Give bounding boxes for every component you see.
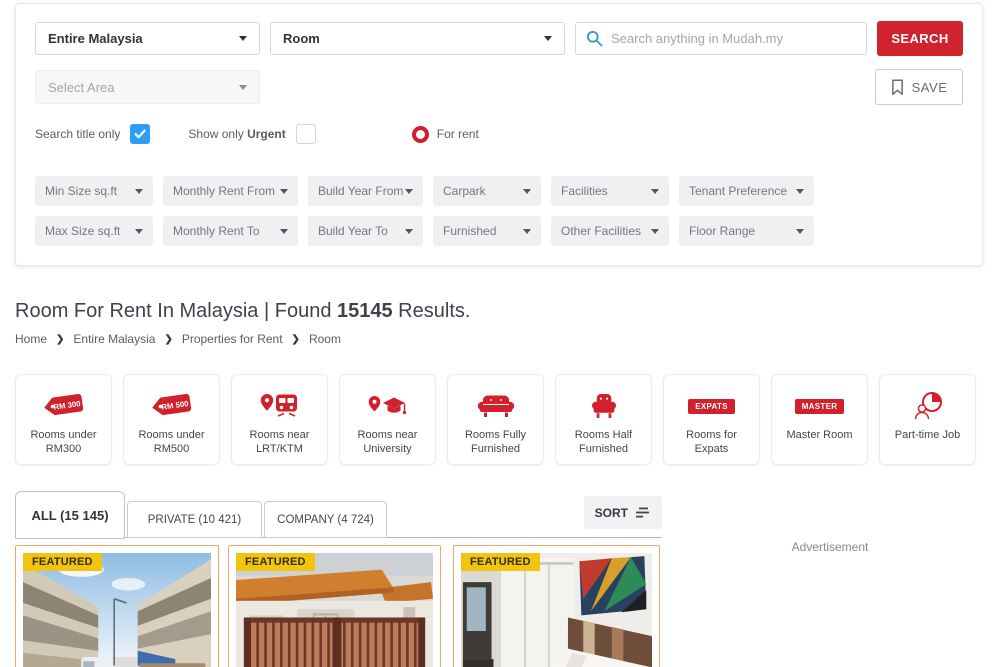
price-tag-icon: RM 300 (42, 393, 86, 420)
for-rent-radio[interactable] (412, 126, 429, 143)
filter-min-size[interactable]: Min Size sq.ft (35, 176, 153, 206)
results-count: 15145 (337, 300, 393, 322)
save-button-label: SAVE (912, 80, 948, 95)
area-select[interactable]: Select Area (35, 70, 260, 104)
chevron-down-icon (405, 189, 413, 194)
listing-card[interactable]: FEATURED (453, 545, 660, 667)
chevron-down-icon (280, 189, 288, 194)
expats-badge-icon: EXPATS (688, 399, 735, 414)
filter-furnished[interactable]: Furnished (433, 216, 541, 246)
category-rooms-for-expats[interactable]: EXPATS Rooms for Expats (663, 374, 760, 465)
search-filter-panel: Entire Malaysia Room SEARCH Select Area … (15, 3, 983, 266)
sort-button-label: SORT (595, 506, 628, 520)
chevron-right-icon: ❯ (164, 334, 172, 345)
filter-build-year-from[interactable]: Build Year From (308, 176, 423, 206)
chevron-down-icon (405, 229, 413, 234)
breadcrumb: Home ❯ Entire Malaysia ❯ Properties for … (15, 332, 470, 346)
category-rooms-half-furnished[interactable]: Rooms Half Furnished (555, 374, 652, 465)
filter-tenant-preference[interactable]: Tenant Preference (679, 176, 814, 206)
featured-badge: FEATURED (236, 553, 315, 571)
for-rent-option: For rent (412, 126, 479, 143)
region-select-value: Entire Malaysia (48, 31, 143, 46)
sort-icon (636, 507, 651, 519)
search-button[interactable]: SEARCH (877, 21, 963, 56)
bookmark-icon (891, 79, 904, 96)
page-title: Room For Rent In Malaysia | Found 15145 … (15, 300, 470, 323)
check-icon (134, 129, 146, 139)
category-rooms-near-university[interactable]: Rooms near University (339, 374, 436, 465)
advertisement-label: Advertisement (680, 540, 980, 554)
search-icon (586, 30, 603, 47)
chevron-down-icon (651, 189, 659, 194)
graduation-location-icon (367, 392, 409, 420)
chevron-down-icon (651, 229, 659, 234)
breadcrumb-home[interactable]: Home (15, 332, 47, 346)
filter-monthly-rent-to[interactable]: Monthly Rent To (163, 216, 298, 246)
area-select-placeholder: Select Area (48, 80, 115, 95)
tab-company[interactable]: COMPANY (4 724) (264, 501, 387, 538)
search-input[interactable] (611, 31, 856, 46)
filter-facilities[interactable]: Facilities (551, 176, 669, 206)
chevron-down-icon (280, 229, 288, 234)
tab-all[interactable]: ALL (15 145) (15, 491, 125, 539)
listing-photo-house: FEATURED (236, 553, 433, 667)
chevron-down-icon (544, 36, 552, 41)
listing-card[interactable]: FEATURED (15, 545, 219, 667)
save-search-button[interactable]: SAVE (875, 69, 963, 105)
filter-max-size[interactable]: Max Size sq.ft (35, 216, 153, 246)
filter-monthly-rent-from[interactable]: Monthly Rent From (163, 176, 298, 206)
category-rooms-near-lrt-ktm[interactable]: Rooms near LRT/KTM (231, 374, 328, 465)
listing-photo-bedroom: FEATURED (461, 553, 652, 667)
category-shortcuts: RM 300 Rooms under RM300 RM 500 Rooms ne… (15, 374, 976, 465)
chevron-down-icon (135, 189, 143, 194)
breadcrumb-room[interactable]: Room (309, 332, 341, 346)
chevron-down-icon (239, 85, 247, 90)
chevron-down-icon (523, 189, 531, 194)
chevron-down-icon (239, 36, 247, 41)
filter-build-year-to[interactable]: Build Year To (308, 216, 423, 246)
category-master-room[interactable]: MASTER Master Room (771, 374, 868, 465)
featured-badge: FEATURED (23, 553, 102, 571)
listing-card[interactable]: FEATURED (228, 545, 441, 667)
search-title-only-checkbox[interactable] (130, 124, 150, 144)
price-tag-icon: RM 500 (150, 393, 194, 420)
category-part-time-job[interactable]: Part-time Job (879, 374, 976, 465)
listing-tabs: ALL (15 145) PRIVATE (10 421) COMPANY (4… (15, 491, 662, 539)
sort-button[interactable]: SORT (584, 496, 662, 529)
filter-other-facilities[interactable]: Other Facilities (551, 216, 669, 246)
breadcrumb-region[interactable]: Entire Malaysia (73, 332, 155, 346)
chevron-down-icon (523, 229, 531, 234)
person-clock-icon (912, 391, 944, 421)
category-rooms-under-rm300[interactable]: RM 300 Rooms under RM300 (15, 374, 112, 465)
for-rent-label: For rent (437, 127, 479, 141)
breadcrumb-properties-for-rent[interactable]: Properties for Rent (182, 332, 283, 346)
show-only-urgent-label: Show only Urgent (188, 127, 285, 141)
category-select-value: Room (283, 31, 320, 46)
filter-carpark[interactable]: Carpark (433, 176, 541, 206)
chevron-right-icon: ❯ (292, 334, 300, 345)
search-title-only-label: Search title only (35, 127, 120, 141)
filter-floor-range[interactable]: Floor Range (679, 216, 814, 246)
category-select[interactable]: Room (270, 22, 565, 55)
region-select[interactable]: Entire Malaysia (35, 22, 260, 55)
chevron-down-icon (135, 229, 143, 234)
listing-photo-street: FEATURED (23, 553, 211, 667)
armchair-icon (588, 393, 620, 420)
chevron-right-icon: ❯ (56, 334, 64, 345)
category-rooms-fully-furnished[interactable]: Rooms Fully Furnished (447, 374, 544, 465)
master-badge-icon: MASTER (795, 399, 845, 414)
show-only-urgent-checkbox[interactable] (296, 124, 316, 144)
sofa-icon (476, 393, 516, 420)
search-box (575, 22, 867, 55)
chevron-down-icon (796, 189, 804, 194)
train-location-icon (259, 391, 301, 421)
category-rooms-under-rm500[interactable]: RM 500 Rooms near LRT/KTM Rooms under RM… (123, 374, 220, 465)
chevron-down-icon (796, 229, 804, 234)
featured-badge: FEATURED (461, 553, 540, 571)
tab-private[interactable]: PRIVATE (10 421) (127, 501, 262, 538)
